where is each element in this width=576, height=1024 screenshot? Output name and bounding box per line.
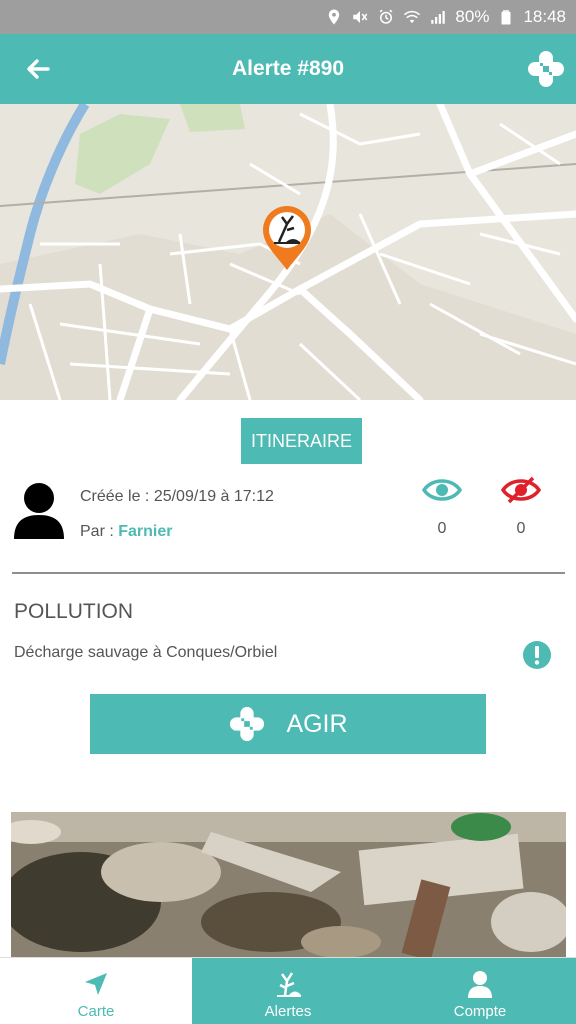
app-header: Alerte #890 — [0, 34, 576, 104]
clock-time: 18:48 — [523, 7, 566, 26]
alert-description: Décharge sauvage à Conques/Orbiel — [14, 644, 278, 661]
nav-tab-alertes[interactable]: Alertes — [192, 958, 384, 1024]
itinerary-button[interactable]: ITINERAIRE — [241, 418, 362, 464]
eye-crossed-icon[interactable] — [500, 476, 542, 504]
status-bar: 80% 18:48 — [0, 0, 576, 34]
battery-percentage: 80% — [455, 7, 490, 26]
bottom-navigation: Carte Alertes Compte — [0, 957, 576, 1024]
seen-count: 0 — [437, 520, 447, 537]
agir-label: AGIR — [286, 709, 348, 738]
back-arrow-icon[interactable] — [22, 54, 54, 84]
author-name: Farnier — [118, 523, 173, 540]
nav-tab-carte[interactable]: Carte — [0, 958, 192, 1024]
section-divider — [12, 572, 565, 574]
navigation-arrow-icon — [85, 973, 107, 995]
wifi-icon — [403, 8, 421, 26]
map-view[interactable] — [0, 104, 576, 400]
plus-cross-icon[interactable] — [526, 49, 566, 89]
nav-label-carte: Carte — [77, 1003, 115, 1020]
alert-category: POLLUTION — [14, 600, 134, 623]
eye-seen-icon[interactable] — [421, 476, 463, 504]
avatar-user-icon — [14, 481, 64, 541]
plus-cross-icon — [230, 706, 265, 742]
signal-icon — [429, 8, 447, 26]
nav-label-alertes: Alertes — [264, 1003, 312, 1020]
page-title: Alerte #890 — [231, 57, 345, 80]
alert-photo[interactable] — [11, 812, 566, 958]
unseen-count: 0 — [516, 520, 526, 537]
alarm-icon — [377, 8, 395, 26]
tree-alert-icon — [277, 972, 301, 997]
author-prefix: Par : — [80, 523, 119, 540]
created-date-text: Créée le : 25/09/19 à 17:12 — [80, 488, 274, 505]
location-icon — [325, 8, 343, 26]
agir-button[interactable]: AGIR — [90, 694, 486, 754]
mute-icon — [351, 8, 369, 26]
nav-tab-compte[interactable]: Compte — [384, 958, 576, 1024]
user-icon — [468, 971, 492, 998]
battery-icon — [497, 8, 515, 26]
nav-label-compte: Compte — [453, 1003, 507, 1020]
exclamation-circle-icon[interactable] — [522, 640, 552, 670]
author-line: Par : Farnier — [80, 523, 172, 541]
